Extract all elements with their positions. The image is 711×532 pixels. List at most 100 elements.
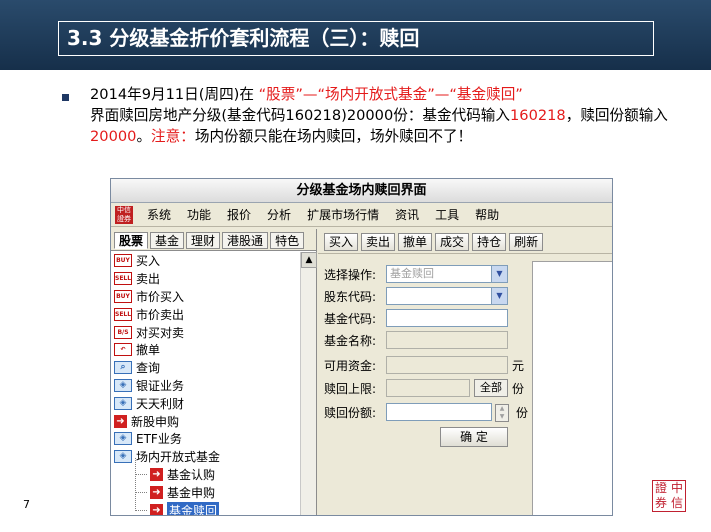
- text-part-3: ，赎回份额输入: [565, 107, 668, 124]
- fund-name-row: 基金名称:: [324, 331, 508, 349]
- redeem-amount-input[interactable]: ▲ ▼: [386, 403, 509, 422]
- limit-unit: 份: [512, 381, 525, 396]
- tree-item-query[interactable]: ⌕ 查询: [111, 359, 301, 377]
- slide-body-text: 2014年9月11日(周四)在 “股票”—“场内开放式基金”—“基金赎回” 界面…: [90, 84, 690, 147]
- buy-icon: BUY: [114, 254, 132, 268]
- info-panel: [532, 261, 612, 515]
- tree-item-label: 新股申购: [131, 414, 180, 429]
- tree-connector: [135, 493, 147, 511]
- tree-item-label: ETF业务: [136, 432, 182, 447]
- redeem-amount-label: 赎回份额:: [324, 405, 377, 420]
- tree-item-label: 查询: [136, 361, 161, 376]
- redemption-form: 选择操作: 基金赎回 ▼ 股东代码: ▼ 基金代码: 基金名称: 可用资金: 元: [318, 257, 528, 515]
- tab-stock[interactable]: 股票: [114, 232, 149, 249]
- function-tree: BUY 买入 SELL 卖出 BUY 市价买入 SELL 市价卖出 B/S 对买对卖 ↶ 撤…: [111, 252, 301, 515]
- spin-stepper-icon[interactable]: ▲ ▼: [495, 404, 509, 422]
- menu-quote[interactable]: 报价: [219, 206, 259, 223]
- tree-item-fund-redemption[interactable]: ➜ 基金赎回: [111, 493, 301, 515]
- tree-item-market-buy[interactable]: BUY 市价买入: [111, 288, 301, 306]
- sell-icon: SELL: [114, 307, 132, 321]
- right-pane: 买入 卖出 撤单 成交 持仓 刷新 选择操作: 基金赎回 ▼ 股东代码: ▼ 基金…: [318, 229, 612, 515]
- operation-select[interactable]: 基金赎回 ▼: [386, 265, 508, 283]
- arrow-icon: ➜: [150, 485, 163, 499]
- arrow-icon: ➜: [150, 467, 163, 481]
- arrow-icon: ➜: [114, 414, 127, 428]
- tree-item-sell[interactable]: SELL 卖出: [111, 270, 301, 288]
- tree-item-bank-securities[interactable]: ◈ 银证业务: [111, 377, 301, 395]
- text-red-3: 20000: [90, 128, 137, 145]
- amount-unit: 份: [516, 405, 529, 420]
- tree-item-label: 场内开放式基金: [136, 450, 221, 465]
- tree-item-cancel[interactable]: ↶ 撤单: [111, 341, 301, 359]
- menu-bar: 中信 證券 系统 功能 报价 分析 扩展市场行情 资讯 工具 帮助: [111, 203, 612, 227]
- menu-extended-market[interactable]: 扩展市场行情: [299, 206, 387, 223]
- citic-securities-logo: 證中券信: [652, 480, 686, 512]
- trading-app-window: 分级基金场内赎回界面 中信 證券 系统 功能 报价 分析 扩展市场行情 资讯 工具…: [110, 178, 613, 516]
- text-red-1: “股票”—“场内开放式基金”—“基金赎回”: [258, 86, 523, 103]
- cancel-order-button[interactable]: 撤单: [398, 233, 433, 251]
- slide-title: 3.3 分级基金折价套利流程（三）：赎回: [58, 21, 654, 56]
- menu-function[interactable]: 功能: [179, 206, 219, 223]
- sell-icon: SELL: [114, 272, 132, 286]
- refresh-button[interactable]: 刷新: [509, 233, 544, 251]
- buy-button[interactable]: 买入: [324, 233, 359, 251]
- fund-name-field: [386, 331, 508, 349]
- menu-news[interactable]: 资讯: [387, 206, 427, 223]
- amount-row: 赎回份额: ▲ ▼ 份: [324, 403, 529, 422]
- tree-item-label: 银证业务: [136, 378, 185, 393]
- left-pane: 股票 基金 理财 港股通 特色 BUY 买入 SELL 卖出 BUY 市价买入 SEL…: [111, 229, 317, 515]
- redeem-limit-label: 赎回上限:: [324, 381, 377, 396]
- menu-tools[interactable]: 工具: [427, 206, 467, 223]
- tree-item-label: 天天利财: [136, 396, 185, 411]
- bank-icon: ◈: [114, 396, 132, 410]
- operation-value: 基金赎回: [390, 267, 434, 280]
- fund-code-row: 基金代码:: [324, 309, 508, 327]
- tab-fund[interactable]: 基金: [150, 232, 185, 249]
- tab-hk-connect[interactable]: 港股通: [222, 232, 269, 249]
- bank-icon: ◈: [114, 432, 132, 446]
- text-part-4: 。: [136, 128, 152, 145]
- buy-icon: BUY: [114, 289, 132, 303]
- menu-help[interactable]: 帮助: [467, 206, 507, 223]
- funds-unit: 元: [512, 358, 525, 373]
- chevron-down-icon[interactable]: ▼: [491, 288, 507, 304]
- account-label: 股东代码:: [324, 289, 377, 304]
- tree-scrollbar[interactable]: ▲: [300, 252, 317, 515]
- fund-code-input[interactable]: [386, 309, 508, 327]
- tree-item-buy[interactable]: BUY 买入: [111, 252, 301, 270]
- left-tabs: 股票 基金 理财 港股通 特色: [111, 229, 316, 251]
- slide-header: 3.3 分级基金折价套利流程（三）：赎回: [0, 0, 711, 70]
- all-button[interactable]: 全部: [474, 379, 508, 397]
- tree-item-market-sell[interactable]: SELL 市价卖出: [111, 305, 301, 323]
- tree-item-label: 基金认购: [167, 467, 216, 482]
- tree-item-label: 市价卖出: [136, 307, 185, 322]
- text-part-5: 场内份额只能在场内赎回，场外赎回不了！: [194, 128, 473, 145]
- account-select[interactable]: ▼: [386, 287, 508, 305]
- text-part-1: 2014年9月11日(周四)在: [90, 86, 259, 103]
- fund-name-label: 基金名称:: [324, 333, 377, 348]
- scroll-up-icon[interactable]: ▲: [301, 252, 317, 268]
- tab-wealth[interactable]: 理财: [186, 232, 221, 249]
- chevron-down-icon[interactable]: ▼: [491, 266, 507, 282]
- text-part-2: 界面赎回房地产分级(基金代码160218)20000份：基金代码输入: [90, 107, 510, 124]
- tree-item-label: 基金申购: [167, 485, 216, 500]
- menu-analysis[interactable]: 分析: [259, 206, 299, 223]
- redeem-limit-field: [386, 379, 470, 397]
- tree-item-label: 卖出: [136, 272, 161, 287]
- sell-button[interactable]: 卖出: [361, 233, 396, 251]
- tree-item-daily-wealth[interactable]: ◈ 天天利财: [111, 394, 301, 412]
- bullet-marker: [62, 94, 69, 101]
- text-red-4: 注意：: [151, 128, 195, 145]
- fund-code-label: 基金代码:: [324, 311, 377, 326]
- confirm-button[interactable]: 确 定: [440, 427, 508, 447]
- arrow-icon: ➜: [150, 503, 163, 515]
- tab-special[interactable]: 特色: [270, 232, 305, 249]
- menu-system[interactable]: 系统: [139, 206, 179, 223]
- positions-button[interactable]: 持仓: [472, 233, 507, 251]
- tree-item-label: 基金赎回: [167, 501, 220, 515]
- tree-item-ipo-subscribe[interactable]: ➜ 新股申购: [111, 412, 301, 430]
- tree-item-etf[interactable]: ◈ ETF业务: [111, 430, 301, 448]
- undo-icon: ↶: [114, 343, 132, 357]
- tree-item-cross-trade[interactable]: B/S 对买对卖: [111, 323, 301, 341]
- trades-button[interactable]: 成交: [435, 233, 470, 251]
